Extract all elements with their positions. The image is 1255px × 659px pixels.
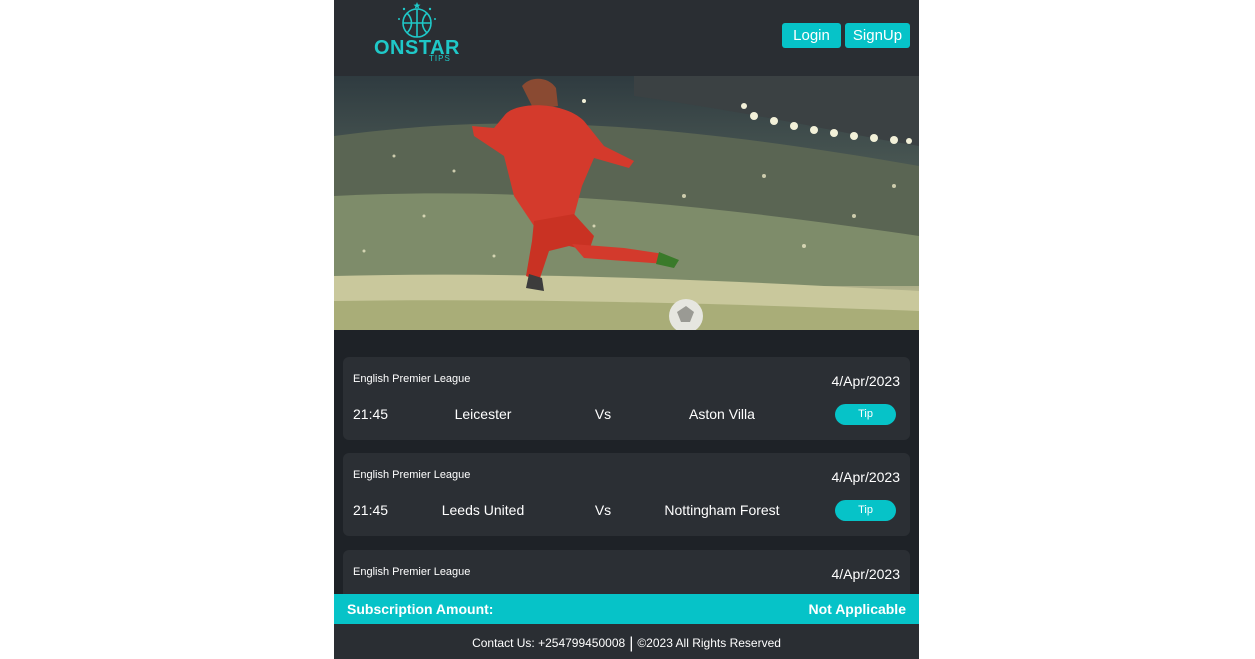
contact-info: Contact Us: +254799450008 [472,636,626,650]
match-date: 4/Apr/2023 [831,373,901,389]
subscription-value: Not Applicable [808,601,907,617]
footer: Contact Us: +254799450008 | ©2023 All Righ… [334,624,919,659]
basketball-star-icon [398,2,436,38]
away-team: Aston Villa [689,406,755,422]
home-team: Leeds United [441,502,525,518]
tip-button[interactable]: Tip [835,404,896,425]
match-card: English Premier League 4/Apr/2023 21:45 … [343,453,910,536]
match-card: English Premier League 4/Apr/2023 21:45 … [343,357,910,440]
match-time: 21:45 [353,502,389,518]
app-container: ONSTAR TIPS Login SignUp English Premier… [334,0,919,659]
matches-list: English Premier League 4/Apr/2023 21:45 … [334,330,919,594]
subscription-bar: Subscription Amount: Not Applicable [334,594,919,624]
footer-separator: | [629,635,634,652]
match-date: 4/Apr/2023 [831,566,901,582]
match-card: English Premier League 4/Apr/2023 [343,550,910,594]
login-button[interactable]: Login [782,23,841,48]
logo[interactable]: ONSTAR TIPS [372,2,462,66]
logo-subtitle: TIPS [429,54,451,63]
league-name: English Premier League [353,373,471,385]
header: ONSTAR TIPS Login SignUp [334,0,919,76]
versus-label: Vs [594,406,612,422]
match-date: 4/Apr/2023 [831,469,901,485]
signup-button[interactable]: SignUp [845,23,910,48]
copyright-text: ©2023 All Rights Reserved [637,636,781,650]
league-name: English Premier League [353,566,471,578]
versus-label: Vs [594,502,612,518]
match-time: 21:45 [353,406,389,422]
subscription-label: Subscription Amount: [347,601,494,617]
hero-banner-image [334,76,919,330]
tip-button[interactable]: Tip [835,500,896,521]
away-team: Nottingham Forest [664,502,780,518]
home-team: Leicester [454,406,512,422]
league-name: English Premier League [353,469,471,481]
